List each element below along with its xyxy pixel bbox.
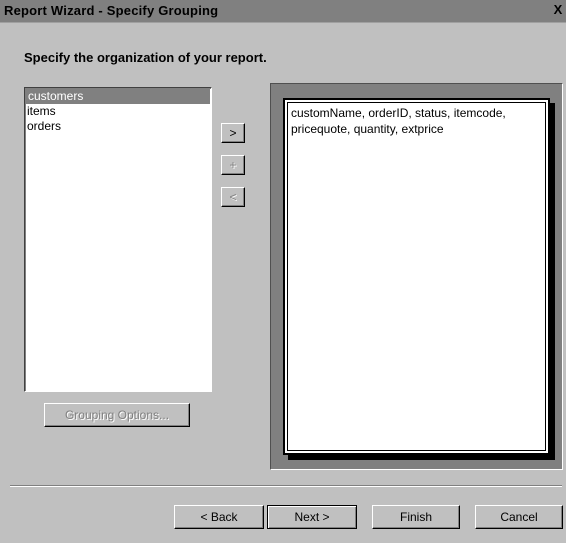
list-item-customers[interactable]: customers — [26, 89, 210, 104]
list-item-orders[interactable]: orders — [25, 119, 211, 134]
next-button[interactable]: Next > — [267, 505, 357, 529]
cancel-button[interactable]: Cancel — [475, 505, 563, 529]
finish-button[interactable]: Finish — [372, 505, 460, 529]
report-wizard-dialog: Report Wizard - Specify Grouping X Speci… — [0, 0, 566, 543]
title-bar[interactable]: Report Wizard - Specify Grouping X — [0, 0, 566, 23]
page-heading: Specify the organization of your report. — [24, 50, 267, 65]
remove-grouping-button[interactable]: < — [221, 187, 245, 207]
add-grouping-button[interactable]: > — [221, 123, 245, 143]
close-icon[interactable]: X — [551, 2, 565, 18]
window-title: Report Wizard - Specify Grouping — [4, 3, 219, 18]
grouping-preview-line: pricequote, quantity, extprice — [291, 122, 444, 136]
list-item-items[interactable]: items — [25, 104, 211, 119]
tables-listbox[interactable]: customers items orders — [24, 87, 212, 392]
grouping-preview-box: customName, orderID, status, itemcode, p… — [283, 98, 550, 455]
add-level-button[interactable]: + — [221, 155, 245, 175]
footer-separator — [10, 485, 562, 487]
back-button[interactable]: < Back — [174, 505, 264, 529]
grouping-options-button[interactable]: Grouping Options... — [44, 403, 190, 427]
grouping-preview-text: customName, orderID, status, itemcode, p… — [291, 105, 542, 137]
grouping-preview-line: customName, orderID, status, itemcode, — [291, 106, 506, 120]
